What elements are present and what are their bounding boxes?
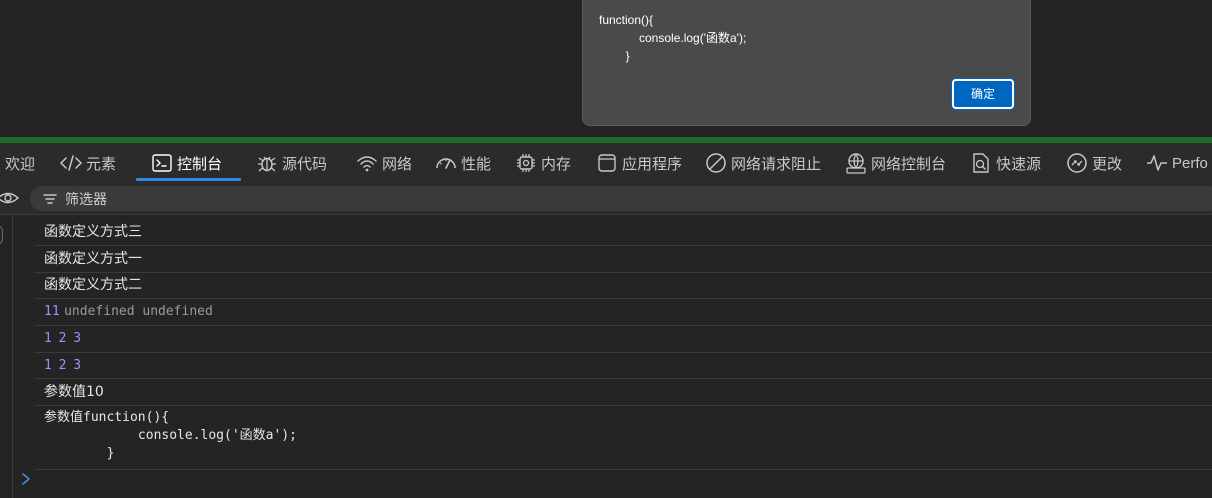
quick-source-icon <box>970 152 992 174</box>
console-filter-bar: 筛选器 <box>0 183 1212 215</box>
message-undefined: undefined undefined <box>64 304 213 319</box>
tab-sources[interactable]: 源代码 <box>256 143 327 183</box>
tab-label: 内存 <box>541 155 572 173</box>
tab-network-request-blocking[interactable]: 网络请求阻止 <box>705 143 821 183</box>
console-icon <box>151 152 173 174</box>
tab-welcome[interactable]: 欢迎 <box>5 143 35 183</box>
tab-label: 性能 <box>461 155 492 173</box>
filter-input[interactable]: 筛选器 <box>30 186 1212 211</box>
console-message: 1 2 3 <box>34 353 1212 379</box>
message-number: 11 <box>44 304 60 319</box>
tab-network-console[interactable]: 网络控制台 <box>845 143 946 183</box>
tab-performance[interactable]: 性能 <box>435 143 491 183</box>
tab-elements[interactable]: 元素 <box>60 143 116 183</box>
message-text: 函数定义方式二 <box>44 277 142 293</box>
tab-label: 应用程序 <box>622 155 683 173</box>
ok-button[interactable]: 确定 <box>952 79 1014 109</box>
tab-label: 网络控制台 <box>871 155 947 173</box>
devtools-tab-bar: 欢迎 元素 控制台 源代码 网络 性能 内存 应用程序 网络请求阻止 网络控制台… <box>0 143 1212 183</box>
console-message: 参数值10 <box>34 379 1212 406</box>
page-viewport: function(){ console.log('函数a'); } 确定 <box>0 0 1212 137</box>
tab-performance-insights[interactable]: Perfo <box>1146 143 1208 183</box>
tab-label: 网络 <box>382 155 413 173</box>
message-function: 参数值function(){ console.log('函数a'); } <box>44 410 297 461</box>
tab-console[interactable]: 控制台 <box>136 143 241 183</box>
console-message: 参数值function(){ console.log('函数a'); } <box>34 406 1212 470</box>
tab-label: 元素 <box>86 155 117 173</box>
alert-message: function(){ console.log('函数a'); } <box>599 13 747 63</box>
network-console-icon <box>845 152 867 174</box>
wifi-icon <box>356 152 378 174</box>
console-message: 1 2 3 <box>34 326 1212 353</box>
tab-label: Perfo <box>1172 154 1208 172</box>
tab-network[interactable]: 网络 <box>356 143 412 183</box>
message-number: 1 2 3 <box>44 331 82 346</box>
console-message: 函数定义方式二 <box>34 273 1212 299</box>
app-icon <box>596 152 618 174</box>
message-text: 参数值10 <box>44 384 104 400</box>
tab-label: 控制台 <box>177 155 223 173</box>
tab-label: 源代码 <box>282 155 328 173</box>
tab-label: 快速源 <box>996 155 1042 173</box>
console-prompt-icon[interactable] <box>20 471 34 487</box>
alert-dialog: function(){ console.log('函数a'); } 确定 <box>582 0 1031 126</box>
sidebar-toggle[interactable] <box>0 225 3 245</box>
gutter-divider <box>12 215 13 498</box>
chip-icon <box>515 152 537 174</box>
message-number: 1 2 3 <box>44 358 82 373</box>
tab-memory[interactable]: 内存 <box>515 143 571 183</box>
message-text: 函数定义方式三 <box>44 224 142 240</box>
eye-icon[interactable] <box>0 190 20 206</box>
message-text: 函数定义方式一 <box>44 251 142 267</box>
filter-icon <box>42 191 58 207</box>
console-message: 函数定义方式一 <box>34 246 1212 273</box>
tab-label: 更改 <box>1092 155 1123 173</box>
pulse-icon <box>1146 152 1168 174</box>
gauge-icon <box>435 152 457 174</box>
console-output: 函数定义方式三 函数定义方式一 函数定义方式二 11 undefined und… <box>0 215 1212 498</box>
tab-quick-source[interactable]: 快速源 <box>970 143 1041 183</box>
changes-icon <box>1066 152 1088 174</box>
console-message: 11 undefined undefined <box>34 299 1212 326</box>
tab-label: 网络请求阻止 <box>731 155 822 173</box>
filter-placeholder: 筛选器 <box>65 190 107 207</box>
tab-application[interactable]: 应用程序 <box>596 143 682 183</box>
console-message: 函数定义方式三 <box>34 219 1212 246</box>
bug-icon <box>256 152 278 174</box>
code-icon <box>60 152 82 174</box>
tab-changes[interactable]: 更改 <box>1066 143 1122 183</box>
tab-label: 欢迎 <box>5 155 36 173</box>
block-icon <box>705 152 727 174</box>
